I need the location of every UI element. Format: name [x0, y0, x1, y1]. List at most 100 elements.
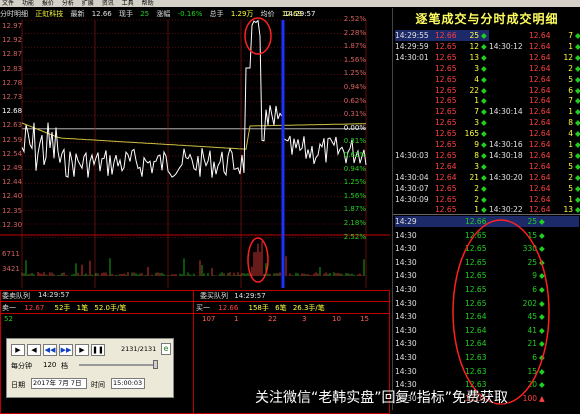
- down-arrow-icon: ◆: [575, 96, 580, 106]
- price-axis-label: 12.54: [2, 149, 23, 158]
- tick-row: 12.64 4 ◆: [489, 128, 580, 139]
- pct-axis-label: 0.31%: [343, 110, 366, 119]
- tick-row: 14:30:07 12.65 2 ◆: [395, 183, 489, 194]
- pct-axis-label: 0.94%: [343, 164, 366, 173]
- tick-row: 14:30:04 12.64 21 ◆: [395, 172, 489, 183]
- down-arrow-icon: ◆: [481, 41, 487, 51]
- tick-volume: 21: [469, 172, 479, 182]
- buy-one-row: 买一 12.66 158手 6笔 26.3手/笔: [196, 303, 325, 313]
- date-label: 日期: [11, 381, 25, 389]
- tick-volume: 3: [474, 63, 479, 73]
- pct-axis-label: 2.18%: [343, 219, 366, 227]
- play-icon[interactable]: ▶: [11, 344, 25, 356]
- menu-item[interactable]: 帮助: [142, 0, 154, 7]
- sell-one-label: 卖一: [2, 304, 16, 312]
- price-axis-label: 12.78: [2, 78, 23, 87]
- menu-item[interactable]: 文件: [2, 0, 14, 7]
- tick-volume: 1: [568, 194, 573, 204]
- buy-queue-item: 3: [302, 315, 307, 323]
- buy-queue-item: 22: [268, 315, 277, 323]
- tick-price: 12.65: [435, 52, 457, 62]
- date-picker[interactable]: 2017年 7月 7日: [31, 378, 87, 389]
- tick-price: 12.64: [435, 172, 457, 182]
- down-arrow-icon: ◆: [575, 85, 580, 95]
- tick-price: 12.65: [435, 183, 457, 193]
- buy-one-price: 12.66: [218, 304, 239, 312]
- tick-volume: 1: [568, 107, 573, 117]
- rewind-icon[interactable]: ◀◀: [43, 344, 57, 356]
- buy-queue-item: 10: [332, 315, 341, 323]
- price-axis-label: 12.63: [2, 121, 23, 130]
- tick-row: 12.64 5 ◆: [489, 183, 580, 194]
- tick-volume: 12: [563, 52, 573, 62]
- tick-volume: 3: [474, 161, 479, 171]
- tick-price: 12.65: [435, 107, 457, 117]
- down-arrow-icon: ◆: [481, 183, 487, 193]
- buy-one-label: 买一: [196, 304, 210, 312]
- fast-forward-icon[interactable]: ▶▶: [59, 344, 73, 356]
- crosshair-time: 14:29:57: [284, 10, 316, 18]
- buy-queue-title: 委买队列: [200, 292, 228, 300]
- tick-price: 12.64: [529, 161, 551, 171]
- sell-one-row: 卖一 12.67 52手 1笔 52.0手/笔: [2, 303, 126, 313]
- tick-time: 14:30:12: [489, 41, 523, 51]
- down-arrow-icon: ◆: [575, 140, 580, 149]
- price-axis-label: 12.30: [2, 220, 23, 229]
- tick-price: 12.64: [529, 150, 551, 160]
- down-arrow-icon: ◆: [575, 107, 580, 117]
- tick-row: 14:30:20 12.64 2 ◆: [489, 172, 580, 183]
- down-arrow-icon: ◆: [575, 74, 580, 84]
- tick-volume: 1: [568, 41, 573, 51]
- tick-row: 14:30:14 12.64 1 ◆: [489, 106, 580, 117]
- tick-row: 14:30:18 12.64 3 ◆: [489, 150, 580, 161]
- tick-volume: 12: [469, 41, 479, 51]
- time-input[interactable]: 15:00:03: [111, 378, 145, 389]
- pause-icon[interactable]: ❚❚: [91, 344, 105, 356]
- price-chart[interactable]: [0, 8, 390, 290]
- down-arrow-icon: ◆: [575, 52, 580, 62]
- sell-one-avg: 52.0手/笔: [94, 304, 127, 312]
- tick-volume: 25: [469, 31, 479, 40]
- tick-volume: 3: [474, 118, 479, 128]
- down-arrow-icon: ◆: [481, 107, 487, 117]
- price-axis-label: 12.59: [2, 135, 23, 144]
- menu-item[interactable]: 功能: [22, 0, 34, 7]
- buy-one-avg: 26.3手/笔: [292, 304, 325, 312]
- tick-time: 14:29:55: [395, 31, 429, 40]
- tick-volume: 7: [474, 107, 479, 117]
- speed-slider-handle[interactable]: [153, 360, 158, 369]
- step-forward-icon[interactable]: ▶: [75, 344, 89, 356]
- buy-queue-header: 委买队列 14:29:57: [200, 291, 266, 301]
- step-back-icon[interactable]: ◀: [27, 344, 41, 356]
- pct-axis-label: 1.25%: [343, 69, 366, 78]
- tick-volume: 9: [474, 140, 479, 149]
- buy-queue-item: 107: [202, 315, 216, 323]
- down-arrow-icon: ◆: [481, 118, 487, 128]
- menu-item[interactable]: 分析: [62, 0, 74, 7]
- menu-item[interactable]: 报价: [42, 0, 54, 7]
- tick-volume: 8: [568, 118, 573, 128]
- menu-item[interactable]: 资讯: [102, 0, 114, 7]
- price-axis-label: 12.35: [2, 206, 23, 215]
- tick-panel-title: 逐笔成交与分时成交明细: [415, 12, 559, 26]
- speed-slider-track[interactable]: [79, 364, 153, 366]
- tick-price: 12.65: [435, 140, 457, 149]
- refresh-icon[interactable]: e: [161, 343, 171, 355]
- tick-row: 14:29:59 12.65 12 ◆: [395, 41, 489, 52]
- menu-item[interactable]: 扩展: [82, 0, 94, 7]
- down-arrow-icon: ◆: [481, 129, 487, 139]
- tick-row: 12.64 3 ◆: [395, 161, 489, 172]
- tick-row: 14:30:03 12.65 8 ◆: [395, 150, 489, 161]
- tick-volume: 13: [469, 52, 479, 62]
- pct-axis-label: 0.31%: [343, 137, 366, 146]
- menu-item[interactable]: 工具: [122, 0, 134, 7]
- tick-volume: 7: [568, 31, 573, 40]
- tick-price: 12.65: [435, 129, 457, 139]
- tick-row: 12.65 22 ◆: [395, 85, 489, 96]
- tick-price: 12.64: [529, 140, 551, 149]
- pct-axis-label: 2.52%: [343, 232, 366, 241]
- tick-volume: 2: [474, 183, 479, 193]
- tick-row: 14:29:55 12.66 25 ◆: [395, 30, 489, 41]
- tick-row: 14:30:16 12.64 1 ◆: [489, 139, 580, 150]
- down-arrow-icon: ◆: [575, 172, 580, 182]
